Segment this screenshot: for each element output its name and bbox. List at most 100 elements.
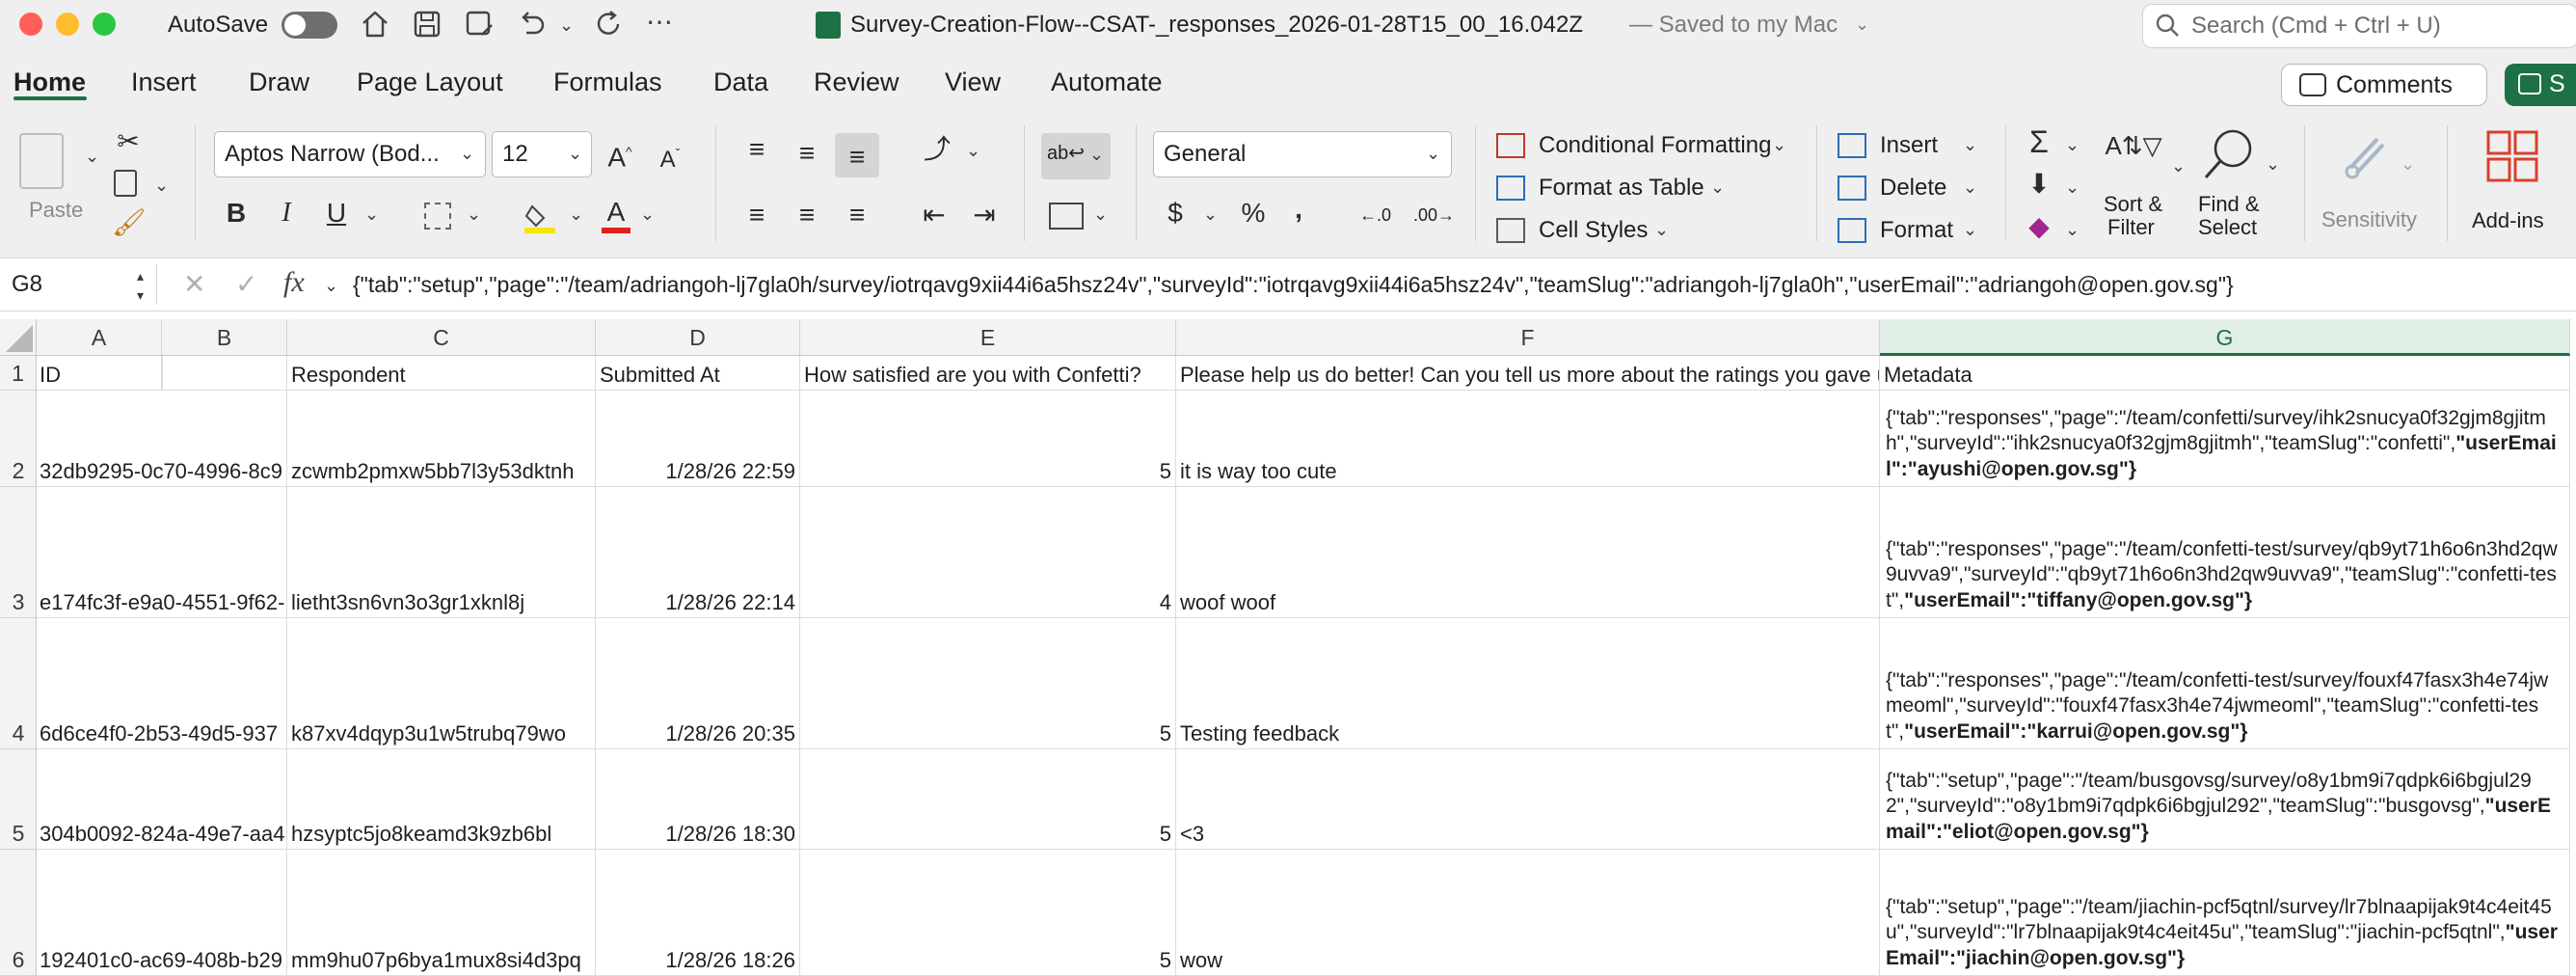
table-row-rating[interactable]: 4 — [800, 487, 1176, 618]
header-cell-satisfaction[interactable]: How satisfied are you with Confetti? — [800, 356, 1176, 391]
row-header[interactable]: 3 — [0, 487, 37, 618]
table-row-submitted-at[interactable]: 1/28/26 18:30 — [596, 749, 800, 850]
table-row-submitted-at[interactable]: 1/28/26 22:14 — [596, 487, 800, 618]
table-row-rating[interactable]: 5 — [800, 618, 1176, 749]
align-top-icon[interactable]: ≡ — [740, 133, 773, 166]
tab-view[interactable]: View — [945, 66, 1001, 98]
table-row-respondent[interactable]: lietht3sn6vn3o3gr1xknl8j — [287, 487, 596, 618]
align-right-icon[interactable]: ≡ — [841, 199, 873, 231]
font-color-dropdown-icon[interactable]: ⌄ — [640, 204, 655, 224]
table-row-respondent[interactable]: k87xv4dqyp3u1w5trubq79wo — [287, 618, 596, 749]
merge-center-icon[interactable] — [1049, 203, 1084, 230]
tab-automate[interactable]: Automate — [1051, 66, 1163, 98]
minimize-window-button[interactable] — [56, 13, 79, 36]
share-button[interactable]: S — [2505, 64, 2576, 106]
table-row-id[interactable]: 32db9295-0c70-4996-8c9 — [37, 391, 287, 487]
column-header-b[interactable]: B — [162, 319, 287, 356]
orientation-dropdown-icon[interactable]: ⌄ — [966, 141, 980, 160]
sort-filter-button[interactable]: A⇅▽ ⌄ Sort & Filter — [2094, 129, 2186, 255]
format-cells-button[interactable]: Format ⌄ — [1838, 214, 1992, 249]
save-as-icon[interactable] — [463, 8, 496, 41]
underline-button[interactable]: U — [322, 197, 351, 230]
row-header[interactable]: 1 — [0, 356, 37, 391]
table-row-metadata[interactable]: {"tab":"responses","page":"/team/confett… — [1880, 618, 2570, 749]
borders-icon[interactable] — [424, 203, 451, 230]
number-format-select[interactable]: General ⌄ — [1153, 131, 1452, 177]
table-row-id[interactable]: e174fc3f-e9a0-4551-9f62- — [37, 487, 287, 618]
table-row-respondent[interactable]: zcwmb2pmxw5bb7l3y53dktnh — [287, 391, 596, 487]
table-row-feedback[interactable]: wow — [1176, 850, 1880, 976]
sensitivity-button[interactable]: ⌄ Sensitivity — [2318, 125, 2433, 251]
tab-page-layout[interactable]: Page Layout — [357, 66, 503, 98]
column-header-d[interactable]: D — [596, 319, 800, 356]
column-header-g[interactable]: G — [1880, 319, 2570, 356]
font-color-icon[interactable]: A — [600, 197, 632, 235]
tab-formulas[interactable]: Formulas — [553, 66, 662, 98]
cancel-entry-icon[interactable]: ✕ — [183, 268, 205, 300]
table-row-feedback[interactable]: Testing feedback — [1176, 618, 1880, 749]
clear-icon[interactable]: ◆ — [2023, 210, 2055, 243]
column-header-c[interactable]: C — [287, 319, 596, 356]
tab-review[interactable]: Review — [814, 66, 899, 98]
increase-indent-icon[interactable]: ⇥ — [968, 199, 1001, 231]
cut-icon[interactable]: ✂ — [112, 125, 145, 158]
copy-dropdown-icon[interactable]: ⌄ — [154, 176, 169, 195]
table-row-feedback[interactable]: it is way too cute — [1176, 391, 1880, 487]
percent-button[interactable]: % — [1234, 197, 1273, 230]
comments-button[interactable]: Comments — [2281, 64, 2487, 106]
table-row-metadata[interactable]: {"tab":"setup","page":"/team/busgovsg/su… — [1880, 749, 2570, 850]
autosum-icon[interactable]: Σ — [2023, 125, 2055, 158]
undo-dropdown-icon[interactable]: ⌄ — [559, 15, 574, 35]
header-cell-empty[interactable] — [162, 356, 287, 391]
format-as-table-button[interactable]: Format as Table ⌄ — [1496, 172, 1757, 206]
column-header-f[interactable]: F — [1176, 319, 1880, 356]
add-ins-button[interactable]: Add-ins — [2458, 125, 2564, 251]
formula-content[interactable]: {"tab":"setup","page":"/team/adriangoh-l… — [353, 270, 2234, 299]
row-header[interactable]: 2 — [0, 391, 37, 487]
wrap-text-button[interactable]: ab↩ ⌄ — [1041, 133, 1111, 179]
copy-icon[interactable] — [114, 170, 137, 197]
decrease-font-size-icon[interactable]: Aˇ — [654, 137, 686, 176]
name-box-stepper-icon[interactable]: ▴ ▾ — [137, 266, 144, 305]
confirm-entry-icon[interactable]: ✓ — [235, 268, 257, 300]
row-header[interactable]: 5 — [0, 749, 37, 850]
table-row-feedback[interactable]: <3 — [1176, 749, 1880, 850]
tab-insert[interactable]: Insert — [131, 66, 197, 98]
tab-draw[interactable]: Draw — [249, 66, 309, 98]
table-row-rating[interactable]: 5 — [800, 850, 1176, 976]
fill-dropdown-icon[interactable]: ⌄ — [2065, 177, 2080, 197]
fill-color-icon[interactable] — [524, 201, 555, 233]
save-icon[interactable] — [411, 8, 443, 41]
table-row-id[interactable]: 192401c0-ac69-408b-b29 — [37, 850, 287, 976]
search-box[interactable]: Search (Cmd + Ctrl + U) — [2142, 4, 2576, 48]
formula-dropdown-icon[interactable]: ⌄ — [324, 276, 338, 295]
header-cell-feedback[interactable]: Please help us do better! Can you tell u… — [1176, 356, 1880, 391]
table-row-rating[interactable]: 5 — [800, 391, 1176, 487]
currency-button[interactable]: $ — [1161, 197, 1190, 230]
table-row-id[interactable]: 6d6ce4f0-2b53-49d5-937 — [37, 618, 287, 749]
table-row-submitted-at[interactable]: 1/28/26 20:35 — [596, 618, 800, 749]
table-row-respondent[interactable]: mm9hu07p6bya1mux8si4d3pq — [287, 850, 596, 976]
table-row-respondent[interactable]: hzsyptc5jo8keamd3k9zb6bl — [287, 749, 596, 850]
header-cell-respondent[interactable]: Respondent — [287, 356, 596, 391]
column-header-a[interactable]: A — [37, 319, 162, 356]
row-header[interactable]: 6 — [0, 850, 37, 976]
header-cell-submitted-at[interactable]: Submitted At — [596, 356, 800, 391]
comma-button[interactable]: , — [1284, 193, 1313, 226]
bold-button[interactable]: B — [222, 197, 251, 230]
name-box[interactable]: G8 ▴ ▾ — [0, 264, 157, 305]
undo-icon[interactable] — [515, 8, 548, 41]
clear-dropdown-icon[interactable]: ⌄ — [2065, 220, 2080, 239]
close-window-button[interactable] — [19, 13, 42, 36]
fill-color-dropdown-icon[interactable]: ⌄ — [569, 204, 583, 224]
header-cell-id[interactable]: ID — [37, 356, 162, 391]
format-painter-icon[interactable]: 🖌 — [112, 206, 147, 239]
fill-icon[interactable]: ⬇ — [2023, 168, 2055, 201]
select-all-corner[interactable] — [0, 319, 37, 356]
merge-dropdown-icon[interactable]: ⌄ — [1093, 204, 1108, 224]
increase-decimal-icon[interactable]: ←.0 — [1359, 201, 1391, 230]
delete-cells-button[interactable]: Delete ⌄ — [1838, 172, 1992, 206]
tab-home[interactable]: Home — [13, 66, 86, 98]
orientation-icon[interactable]: ⤴ — [918, 133, 956, 166]
insert-function-icon[interactable]: fx — [283, 266, 305, 299]
